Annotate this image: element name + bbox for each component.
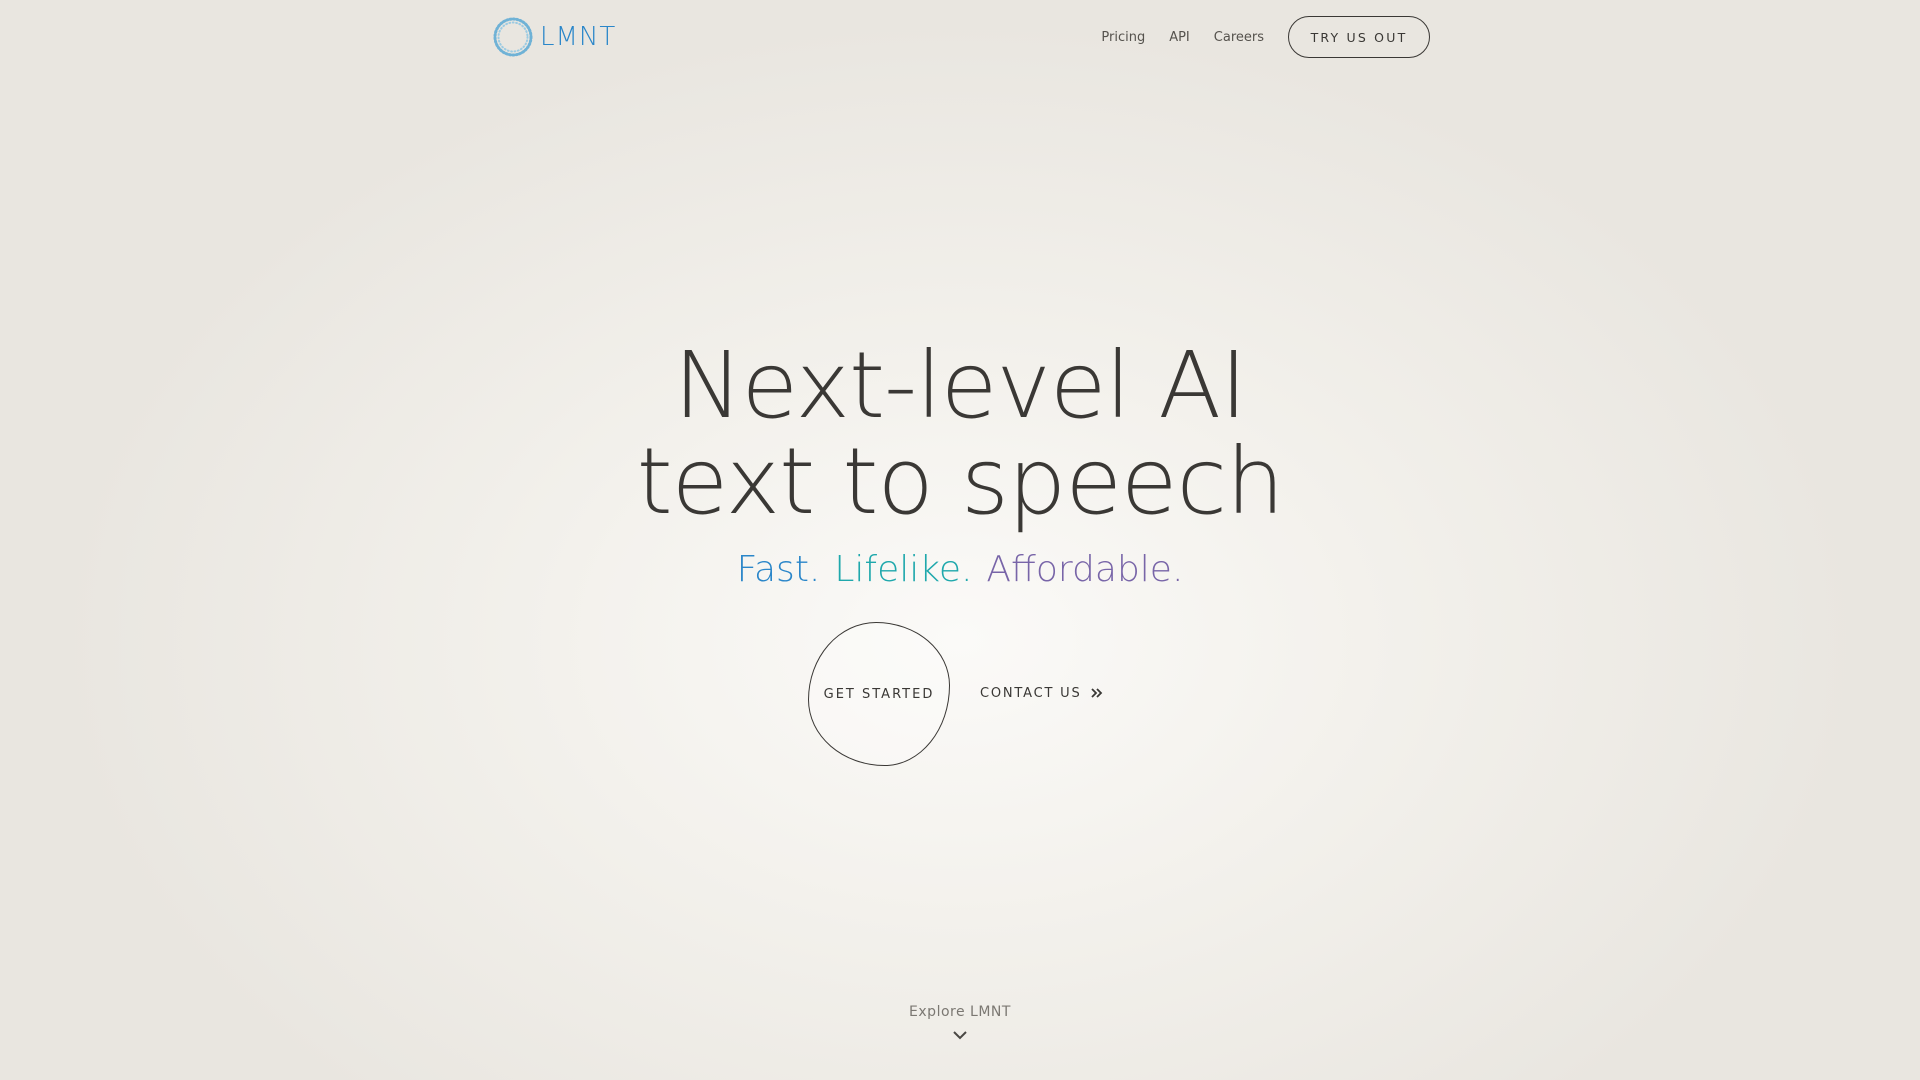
chevron-down-icon xyxy=(953,1031,967,1040)
hero-title: Next-level AI text to speech xyxy=(460,338,1460,530)
tagline-fast: Fast. xyxy=(736,549,821,590)
logo-wordmark: LMNT xyxy=(540,22,617,52)
explore-label: Explore LMNT xyxy=(909,1004,1011,1020)
tagline-lifelike: Lifelike. xyxy=(834,549,973,590)
dotted-ring-logo-icon xyxy=(493,17,533,57)
main-nav: Pricing API Careers TRY US OUT xyxy=(1101,14,1430,60)
nav-link-pricing[interactable]: Pricing xyxy=(1101,30,1145,45)
contact-us-link[interactable]: CONTACT US xyxy=(980,683,1104,703)
site-header: LMNT Pricing API Careers TRY US OUT xyxy=(492,14,1430,60)
tagline-affordable: Affordable. xyxy=(986,549,1184,590)
hero-tagline: Fast. Lifelike. Affordable. xyxy=(460,546,1460,594)
explore-lmnt-link[interactable]: Explore LMNT xyxy=(860,1004,1060,1040)
nav-link-api[interactable]: API xyxy=(1169,30,1190,45)
nav-link-careers[interactable]: Careers xyxy=(1214,30,1264,45)
try-us-out-button[interactable]: TRY US OUT xyxy=(1288,16,1430,58)
hero-title-line-1: Next-level AI xyxy=(673,332,1248,439)
contact-us-label: CONTACT US xyxy=(980,685,1082,701)
double-chevron-right-icon xyxy=(1090,688,1102,698)
hero-title-line-2: text to speech xyxy=(636,428,1285,535)
get-started-button[interactable]: GET STARTED xyxy=(808,622,950,766)
logo-link[interactable]: LMNT xyxy=(492,16,616,58)
